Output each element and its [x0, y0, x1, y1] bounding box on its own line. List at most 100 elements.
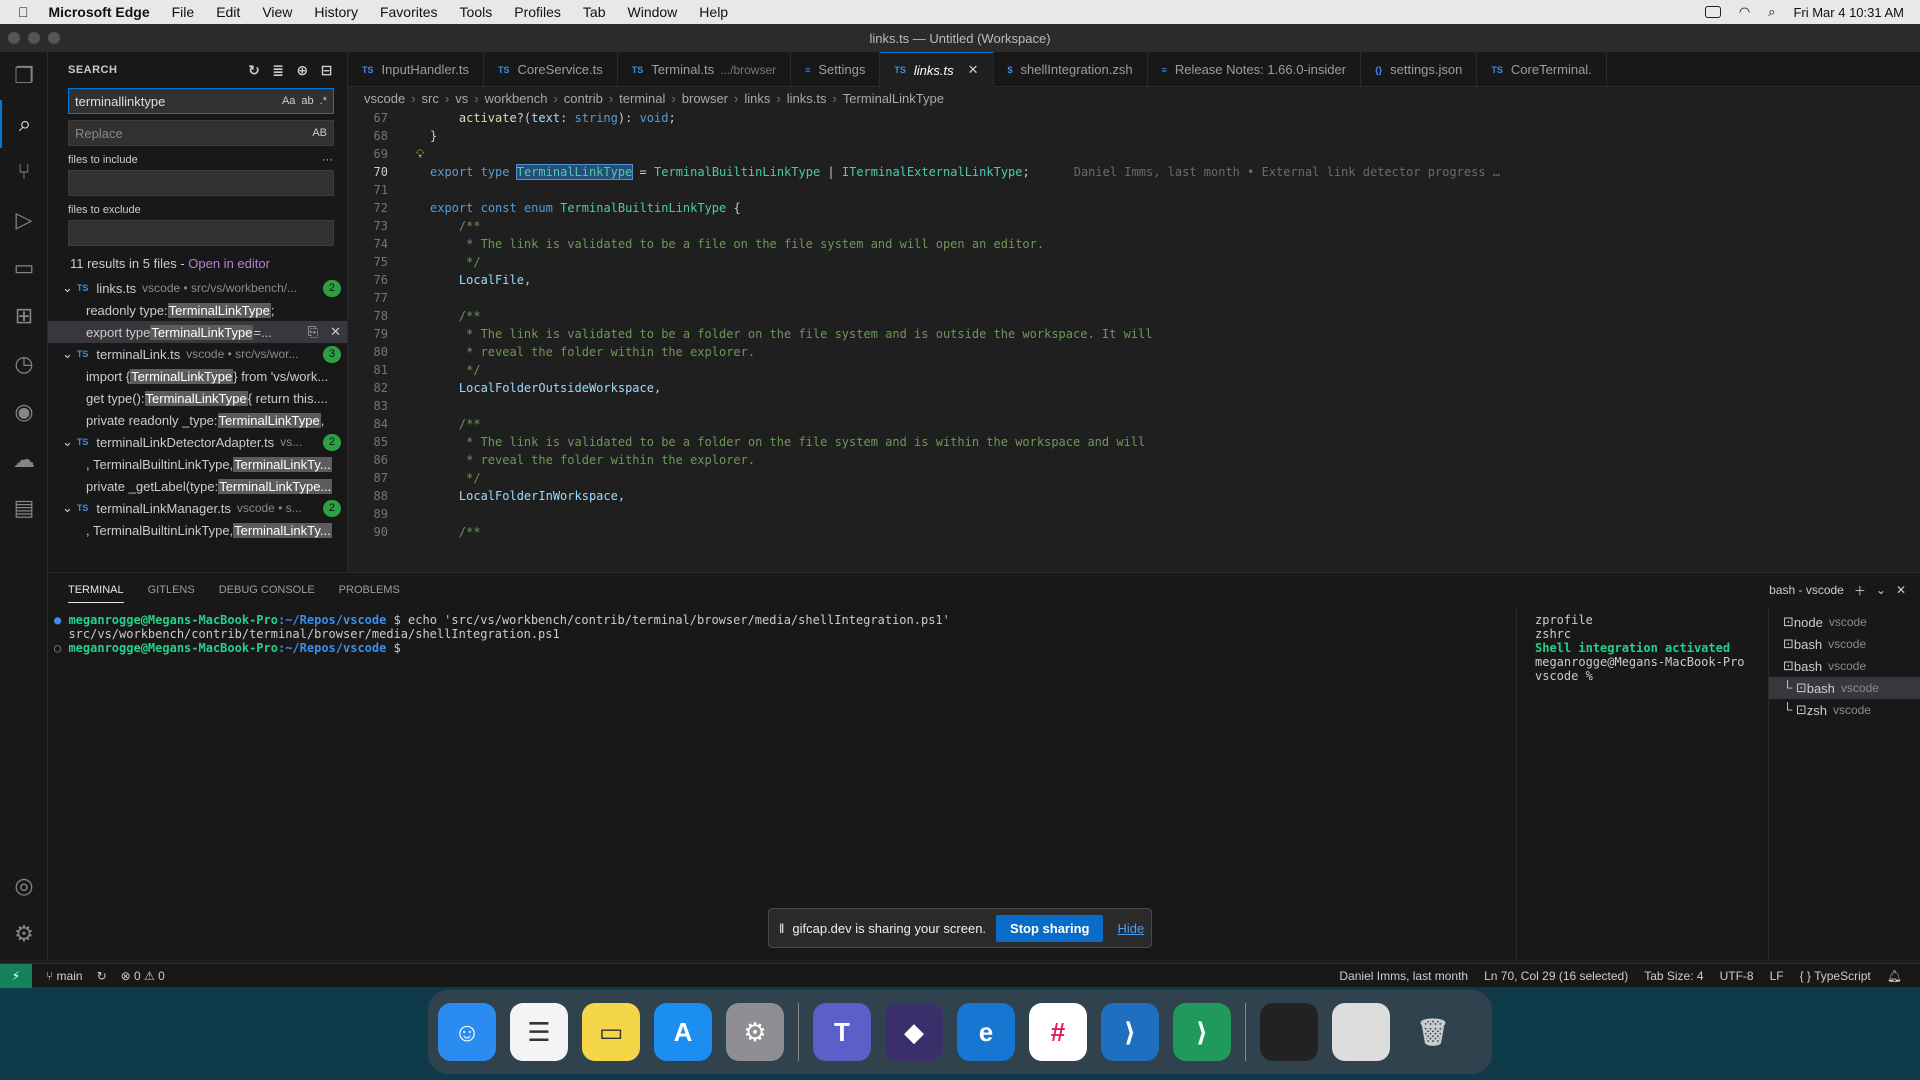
tab-coreservice-ts[interactable]: TS CoreService.ts — [484, 52, 618, 87]
breadcrumb-item[interactable]: contrib — [564, 91, 603, 106]
code-line[interactable]: 75 */ — [348, 253, 1920, 271]
code-line[interactable]: 88 LocalFolderInWorkspace, — [348, 487, 1920, 505]
remote-explorer-icon[interactable]: ▭ — [0, 244, 48, 292]
menu-window[interactable]: Window — [628, 4, 678, 20]
result-file-row[interactable]: ⌄ TS terminalLink.ts vscode • src/vs/wor...… — [48, 343, 347, 365]
extensions-icon[interactable]: ⊞ — [0, 292, 48, 340]
dismiss-icon[interactable]: ✕ — [330, 324, 341, 340]
code-line[interactable]: 70 export type TerminalLinkType = Termina… — [348, 163, 1920, 181]
terminal-window-thumbnail[interactable] — [1260, 1003, 1318, 1061]
code-line[interactable]: 74 * The link is validated to be a file … — [348, 235, 1920, 253]
app-menu[interactable]: Microsoft Edge — [49, 4, 150, 20]
command-decoration-icon[interactable]: ● — [54, 613, 68, 627]
blame-status[interactable]: Daniel Imms, last month — [1339, 969, 1468, 983]
hide-button[interactable]: Hide — [1117, 921, 1144, 936]
edge-icon[interactable]: e — [957, 1003, 1015, 1061]
open-in-editor-link[interactable]: Open in editor — [188, 256, 270, 271]
menu-favorites[interactable]: Favorites — [380, 4, 438, 20]
clear-results-icon[interactable]: ≣ — [272, 62, 284, 79]
breadcrumb-item[interactable]: TerminalLinkType — [843, 91, 944, 106]
cursor-position-status[interactable]: Ln 70, Col 29 (16 selected) — [1484, 969, 1628, 983]
menu-edit[interactable]: Edit — [216, 4, 240, 20]
trash-icon[interactable]: 🗑︎ — [1404, 1003, 1462, 1061]
terminal-split-output[interactable]: zprofile zshrc Shell integration activated… — [1516, 607, 1768, 961]
app-store-icon[interactable]: A — [654, 1003, 712, 1061]
close-panel-icon[interactable]: ✕ — [1896, 583, 1906, 597]
vscode-insiders-icon[interactable]: ⟩ — [1173, 1003, 1231, 1061]
collapse-all-icon[interactable]: ⊟ — [321, 62, 333, 79]
run-debug-icon[interactable]: ▷ — [0, 196, 48, 244]
code-line[interactable]: 78 /** — [348, 307, 1920, 325]
match-case-icon[interactable]: Aa — [282, 95, 295, 107]
chevron-down-icon[interactable]: ⌄ — [62, 500, 73, 516]
battery-icon[interactable] — [1704, 6, 1721, 18]
panel-tab-debug-console[interactable]: DEBUG CONSOLE — [219, 584, 315, 596]
result-match-row[interactable]: private readonly _type: TerminalLinkType… — [48, 409, 347, 431]
sync-icon[interactable]: ↻ — [97, 969, 107, 983]
timeline-icon[interactable]: ◷ — [0, 340, 48, 388]
code-line[interactable]: 82 LocalFolderOutsideWorkspace, — [348, 379, 1920, 397]
menu-help[interactable]: Help — [699, 4, 728, 20]
menu-view[interactable]: View — [262, 4, 292, 20]
edge-window-thumbnail[interactable] — [1332, 1003, 1390, 1061]
code-line[interactable]: 72 export const enum TerminalBuiltinLinkT… — [348, 199, 1920, 217]
tab-terminal-ts[interactable]: TS Terminal.ts .../browser — [618, 52, 792, 87]
regex-icon[interactable]: .* — [320, 95, 327, 107]
source-control-icon[interactable]: ⑂ — [0, 148, 48, 196]
apple-icon[interactable]:  — [18, 4, 29, 20]
vscode-icon[interactable]: ⟩ — [1101, 1003, 1159, 1061]
slack-icon[interactable]: # — [1029, 1003, 1087, 1061]
problems-status[interactable]: ⊗ 0 ⚠ 0 — [121, 969, 165, 983]
system-preferences-icon[interactable]: ⚙ — [726, 1003, 784, 1061]
stop-sharing-button[interactable]: Stop sharing — [996, 914, 1104, 942]
lightbulb-icon[interactable]: 💡︎ — [416, 145, 424, 163]
result-match-row[interactable]: private _getLabel(type: TerminalLinkType… — [48, 475, 347, 497]
refresh-icon[interactable]: ↻ — [248, 62, 260, 79]
branch-status[interactable]: ⑂ main — [46, 969, 83, 983]
code-line[interactable]: 💡︎ 69 — [348, 145, 1920, 163]
result-file-row[interactable]: ⌄ TS terminalLinkManager.ts vscode • s... 2 — [48, 497, 347, 519]
breadcrumb-item[interactable]: vscode — [364, 91, 405, 106]
teams-icon[interactable]: T — [813, 1003, 871, 1061]
tab-coreterminal-[interactable]: TS CoreTerminal. — [1477, 52, 1607, 87]
github-icon[interactable]: ◉ — [0, 388, 48, 436]
code-line[interactable]: 86 * reveal the folder within the explor… — [348, 451, 1920, 469]
code-line[interactable]: 81 */ — [348, 361, 1920, 379]
minimize-window-button[interactable] — [28, 32, 40, 44]
reminders-icon[interactable]: ☰ — [510, 1003, 568, 1061]
search-input[interactable]: terminallinktype Aa ab .* — [68, 88, 334, 114]
menu-tools[interactable]: Tools — [460, 4, 493, 20]
result-match-row[interactable]: readonly type: TerminalLinkType; — [48, 299, 347, 321]
menu-file[interactable]: File — [172, 4, 195, 20]
close-tab-icon[interactable]: ✕ — [968, 62, 979, 78]
terminal-list-item[interactable]: ⊡ node vscode — [1769, 611, 1920, 633]
menu-profiles[interactable]: Profiles — [514, 4, 561, 20]
result-match-row[interactable]: export type TerminalLinkType =... ⎘ ✕ — [48, 321, 347, 343]
result-match-row[interactable]: import { TerminalLinkType } from 'vs/wor… — [48, 365, 347, 387]
code-line[interactable]: 80 * reveal the folder within the explor… — [348, 343, 1920, 361]
breadcrumb-item[interactable]: workbench — [485, 91, 548, 106]
code-line[interactable]: 68} — [348, 127, 1920, 145]
code-line[interactable]: 84 /** — [348, 415, 1920, 433]
accounts-icon[interactable]: ◎ — [0, 862, 48, 910]
tab-shellintegration-zsh[interactable]: $ shellIntegration.zsh — [994, 52, 1148, 87]
terminal-list-item[interactable]: └ ⊡ bash vscode — [1769, 677, 1920, 699]
search-view-icon[interactable]: ⌕ — [0, 100, 48, 148]
eol-status[interactable]: LF — [1770, 969, 1784, 983]
finder-icon[interactable]: ☺ — [438, 1003, 496, 1061]
terminal-list-item[interactable]: └ ⊡ zsh vscode — [1769, 699, 1920, 721]
code-line[interactable]: 90 /** — [348, 523, 1920, 541]
chevron-down-icon[interactable]: ⌄ — [62, 346, 73, 362]
menu-history[interactable]: History — [314, 4, 358, 20]
terminal-dropdown[interactable]: bash - vscode — [1769, 583, 1844, 597]
shortcuts-icon[interactable]: ◆ — [885, 1003, 943, 1061]
preserve-case-icon[interactable]: AB — [312, 127, 327, 139]
replace-input[interactable]: Replace AB — [68, 120, 334, 146]
result-match-row[interactable]: , TerminalBuiltinLinkType, TerminalLinkT… — [48, 453, 347, 475]
code-line[interactable]: 73 /** — [348, 217, 1920, 235]
breadcrumb-item[interactable]: terminal — [619, 91, 665, 106]
breadcrumb-item[interactable]: browser — [682, 91, 728, 106]
breadcrumb-item[interactable]: vs — [455, 91, 468, 106]
menu-tab[interactable]: Tab — [583, 4, 606, 20]
panel-tab-gitlens[interactable]: GITLENS — [148, 584, 195, 596]
